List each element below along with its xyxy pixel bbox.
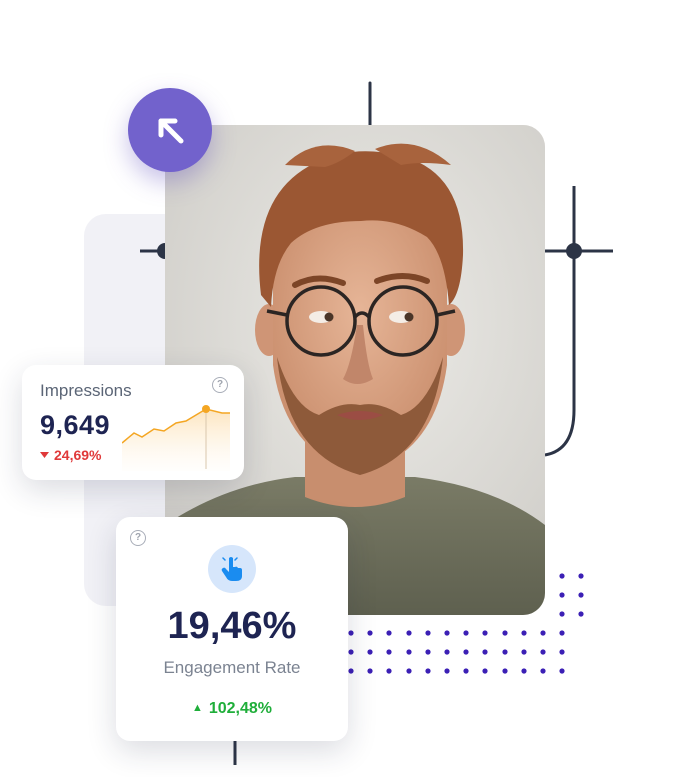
engagement-value: 19,46%: [167, 605, 297, 647]
impressions-change-value: 24,69%: [54, 447, 102, 463]
engagement-change: ▲ 102,48%: [116, 700, 348, 718]
impressions-sparkline: [122, 405, 230, 471]
engagement-label: Engagement Rate: [163, 658, 301, 677]
hand-pointer-icon: [221, 557, 242, 581]
engagement-card: ? 19,46% Engagement Rate ▲ 102,48%: [116, 517, 348, 741]
question-circle-icon[interactable]: ?: [130, 530, 146, 546]
arrow-badge[interactable]: [128, 88, 212, 172]
engagement-change-value: 102,48%: [208, 700, 273, 717]
impressions-value: 9,649: [40, 410, 111, 440]
caret-down-icon: [40, 452, 49, 458]
connector-node-right: [566, 243, 582, 259]
pointer-badge: [208, 545, 256, 593]
arrow-up-left-icon: [158, 118, 184, 144]
impressions-card: Impressions ? 9,649 24,69%: [22, 365, 244, 480]
impressions-title: Impressions: [40, 381, 132, 400]
caret-up-icon: ▲: [191, 702, 203, 714]
impressions-change: 24,69%: [40, 447, 101, 463]
question-circle-icon[interactable]: ?: [212, 377, 228, 393]
